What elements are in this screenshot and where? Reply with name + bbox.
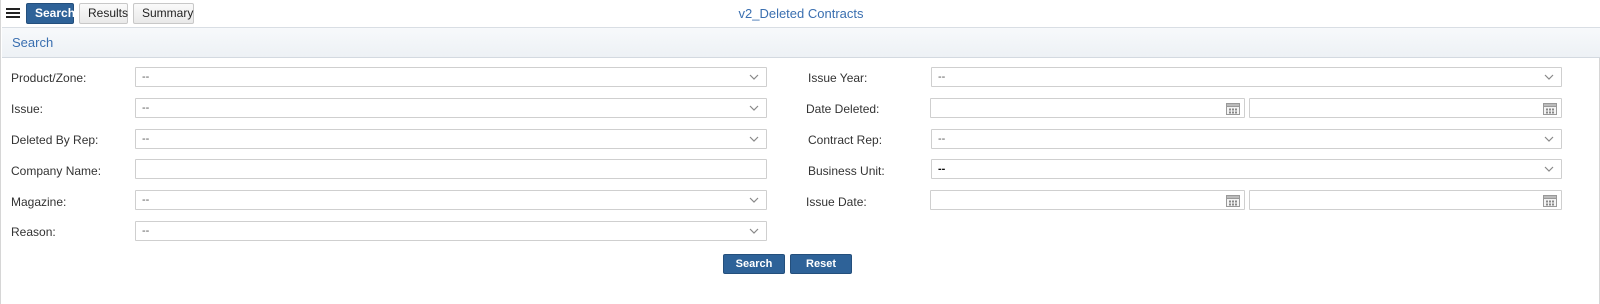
issue-year-select[interactable]: -- <box>931 67 1562 87</box>
tab-search[interactable]: Search <box>26 3 75 24</box>
top-toolbar: Search Results Summary v2_Deleted Contra… <box>1 0 1600 27</box>
magazine-label: Magazine: <box>11 195 67 209</box>
contract-rep-select[interactable]: -- <box>931 129 1562 149</box>
business-unit-label: Business Unit: <box>808 164 885 178</box>
chevron-down-icon <box>749 136 759 142</box>
product-zone-select[interactable]: -- <box>135 67 767 87</box>
tab-summary[interactable]: Summary <box>133 3 194 24</box>
contract-rep-value: -- <box>938 133 946 145</box>
product-zone-value: -- <box>142 71 150 83</box>
issue-date-label: Issue Date: <box>806 195 867 209</box>
reset-button[interactable]: Reset <box>790 254 852 274</box>
reason-select[interactable]: -- <box>135 221 767 241</box>
chevron-down-icon <box>749 197 759 203</box>
chevron-down-icon <box>1544 166 1554 172</box>
issue-date-to-input[interactable] <box>1249 190 1562 210</box>
issue-select[interactable]: -- <box>135 98 767 118</box>
date-deleted-to-input[interactable] <box>1249 98 1562 118</box>
issue-year-value: -- <box>938 71 946 83</box>
company-name-label: Company Name: <box>11 164 102 178</box>
tab-results[interactable]: Results <box>79 3 128 24</box>
reason-value: -- <box>142 225 150 237</box>
calendar-icon[interactable] <box>1543 102 1557 115</box>
magazine-value: -- <box>142 194 150 206</box>
deleted-by-rep-value: -- <box>142 133 150 145</box>
chevron-down-icon <box>749 74 759 80</box>
chevron-down-icon <box>749 105 759 111</box>
date-deleted-from-input[interactable] <box>930 98 1245 118</box>
product-zone-label: Product/Zone: <box>11 71 87 85</box>
deleted-by-rep-select[interactable]: -- <box>135 129 767 149</box>
hamburger-menu-icon[interactable] <box>6 7 20 19</box>
issue-year-label: Issue Year: <box>808 71 868 85</box>
calendar-icon[interactable] <box>1226 194 1240 207</box>
deleted-by-rep-label: Deleted By Rep: <box>11 133 99 147</box>
company-name-input[interactable] <box>135 159 767 179</box>
search-button[interactable]: Search <box>723 254 785 274</box>
business-unit-value: -- <box>938 163 946 175</box>
date-deleted-label: Date Deleted: <box>806 102 880 116</box>
calendar-icon[interactable] <box>1543 194 1557 207</box>
issue-label: Issue: <box>11 102 44 116</box>
search-section-header: Search <box>2 27 1600 58</box>
app-frame: Search Results Summary v2_Deleted Contra… <box>0 0 1600 304</box>
magazine-select[interactable]: -- <box>135 190 767 210</box>
page-title: v2_Deleted Contracts <box>738 6 864 21</box>
section-title: Search <box>12 35 54 50</box>
calendar-icon[interactable] <box>1226 102 1240 115</box>
chevron-down-icon <box>749 228 759 234</box>
business-unit-select[interactable]: -- <box>931 159 1562 179</box>
contract-rep-label: Contract Rep: <box>808 133 883 147</box>
reason-label: Reason: <box>11 225 56 239</box>
chevron-down-icon <box>1544 74 1554 80</box>
issue-date-from-input[interactable] <box>930 190 1245 210</box>
chevron-down-icon <box>1544 136 1554 142</box>
issue-value: -- <box>142 102 150 114</box>
